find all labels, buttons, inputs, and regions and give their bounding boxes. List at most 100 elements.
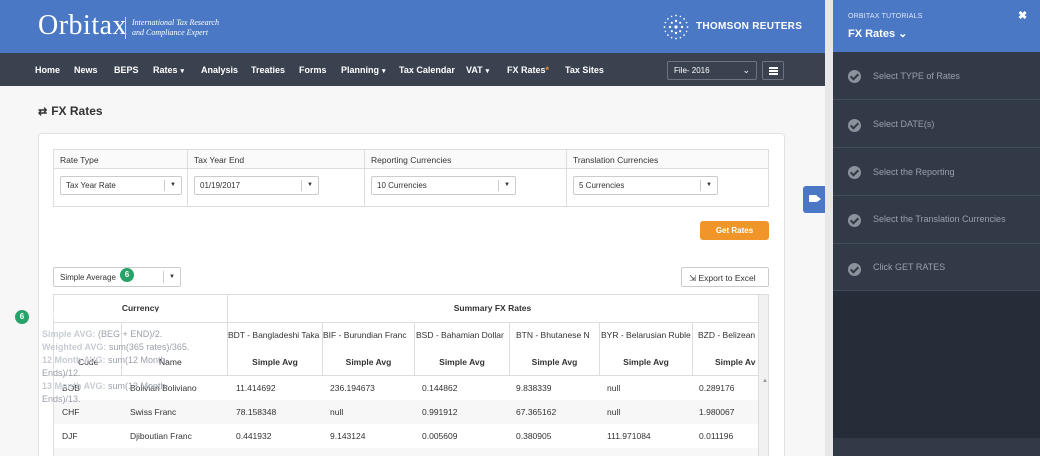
nav-item-beps[interactable]: BEPS [114, 65, 139, 75]
menu-grid-button[interactable] [762, 61, 784, 80]
rate-value: 0.441932 [236, 431, 272, 441]
step-number-badge: 6 [15, 310, 29, 324]
caret-down-icon: ▾ [382, 68, 386, 75]
rate-subheader: Simple Avg [345, 357, 392, 367]
rate-filters: Rate Type Tax Year Rate ▼ Tax Year End 0… [53, 149, 769, 207]
rate-value: 0.991912 [422, 407, 458, 417]
nav-item-forms[interactable]: Forms [299, 65, 327, 75]
nav-item-rates[interactable]: Rates ▾ [153, 65, 184, 75]
nav-label: Forms [299, 65, 327, 75]
check-icon [848, 263, 861, 276]
rate-type-select[interactable]: Tax Year Rate ▼ [60, 176, 182, 195]
nav-label: VAT [466, 65, 483, 75]
active-step-description: Simple AVG: (BEG + END)/2. Weighted AVG:… [42, 328, 192, 406]
table-scrollbar[interactable]: ▲ [758, 295, 768, 456]
nav-item-treaties[interactable]: Treaties [251, 65, 285, 75]
rate-type-value: Tax Year Rate [66, 181, 116, 190]
avg-desc: (BEG + END)/2. [95, 329, 163, 339]
rate-column-header[interactable]: BDT - Bangladeshi Taka [228, 330, 322, 340]
page-title-text: FX Rates [51, 104, 103, 118]
tutorial-video-tab[interactable] [803, 186, 825, 213]
nav-item-vat[interactable]: VAT ▾ [466, 65, 489, 75]
rate-value: 9.838339 [516, 383, 552, 393]
tutorial-title-dropdown[interactable]: FX Rates ⌄ [848, 27, 907, 40]
thomson-reuters-icon [663, 14, 689, 40]
dropdown-arrow-icon: ▼ [706, 182, 712, 188]
translation-currencies-column: Translation Currencies 5 Currencies ▼ [567, 150, 768, 206]
panel-gutter [825, 0, 833, 456]
scroll-up-icon[interactable]: ▲ [762, 378, 768, 384]
translation-currencies-select[interactable]: 5 Currencies ▼ [573, 176, 718, 195]
rate-value: 0.005609 [422, 431, 458, 441]
rate-value: 236.194673 [330, 383, 375, 393]
dropdown-arrow-icon: ▼ [169, 274, 175, 280]
dropdown-arrow-icon: ▼ [307, 182, 313, 188]
rate-type-column: Rate Type Tax Year Rate ▼ [54, 150, 188, 206]
rate-value: null [607, 383, 621, 393]
rate-column-header[interactable]: BZD - Belizean [698, 330, 758, 340]
get-rates-button[interactable]: Get Rates [700, 221, 769, 240]
logo-divider [125, 17, 126, 39]
avg-convention-select[interactable]: Simple Average ▼ [53, 267, 181, 287]
tutorial-step[interactable]: Select the Reporting [833, 148, 1040, 196]
rate-column-header[interactable]: BIF - Burundian Franc [323, 330, 414, 340]
tutorial-panel: ORBITAX TUTORIALS FX Rates ⌄ ✖ Select TY… [833, 0, 1040, 456]
nav-item-news[interactable]: News [74, 65, 98, 75]
avg-term: 13 Month AVG: [42, 381, 106, 391]
translation-currencies-label: Translation Currencies [567, 150, 768, 169]
nav-label: Treaties [251, 65, 286, 75]
menu-bar [769, 73, 778, 75]
export-to-excel-button[interactable]: ⇲ Export to Excel [681, 267, 769, 287]
nav-item-tax-calendar[interactable]: Tax Calendar [399, 65, 455, 75]
partner-name: THOMSON REUTERS [696, 21, 803, 32]
nav-label: Planning [341, 65, 379, 75]
tutorial-step[interactable]: Select TYPE of Rates [833, 52, 1040, 100]
page-title: ⇄ FX Rates [38, 104, 103, 118]
nav-item-fx-rates[interactable]: FX Rates* [507, 65, 549, 75]
tax-year-end-select[interactable]: 01/19/2017 ▼ [194, 176, 319, 195]
reporting-currencies-column: Reporting Currencies 10 Currencies ▼ [365, 150, 567, 206]
table-row[interactable] [54, 448, 760, 456]
reporting-currencies-select[interactable]: 10 Currencies ▼ [371, 176, 516, 195]
rate-column-header[interactable]: BSD - Bahamian Dollar [416, 330, 509, 340]
grid-line [414, 322, 415, 375]
avg-definition: Weighted AVG: sum(365 rates)/365. [42, 341, 192, 354]
rate-column-header[interactable]: BYR - Belarusian Ruble [601, 330, 692, 340]
menu-bar [769, 67, 778, 69]
tutorial-step-badge: 6 [120, 268, 134, 282]
nav-item-tax-sites[interactable]: Tax Sites [565, 65, 604, 75]
nav-item-home[interactable]: Home [35, 65, 60, 75]
avg-desc: sum(365 rates)/365. [106, 342, 190, 352]
nav-label: News [74, 65, 98, 75]
check-icon [848, 70, 861, 83]
avg-convention-value: Simple Average [60, 273, 116, 282]
tax-year-end-label: Tax Year End [188, 150, 364, 169]
active-tutorial-step [833, 291, 1040, 438]
tutorial-step[interactable]: Select DATE(s) [833, 100, 1040, 148]
rate-value: null [607, 407, 621, 417]
chevron-down-icon: ⌄ [742, 65, 750, 75]
nav-item-planning[interactable]: Planning ▾ [341, 65, 386, 75]
tutorial-label: ORBITAX TUTORIALS [848, 13, 923, 20]
tagline: International Tax Research and Complianc… [132, 18, 219, 38]
menu-bar [769, 70, 778, 72]
currency-code: DJF [62, 431, 78, 441]
rate-column-header[interactable]: BTN - Bhutanese N [516, 330, 599, 340]
avg-term: 12 Month AVG: [42, 355, 106, 365]
rate-value: 111.971084 [607, 431, 651, 441]
tax-year-end-value: 01/19/2017 [200, 181, 241, 190]
rate-type-label: Rate Type [54, 150, 187, 169]
tutorial-step[interactable]: Select the Translation Currencies [833, 196, 1040, 244]
tutorial-step[interactable]: Click GET RATES [833, 244, 1040, 291]
close-icon[interactable]: ✖ [1018, 9, 1027, 22]
rate-subheader: Simple Avg [439, 357, 485, 367]
rate-value: null [330, 407, 344, 417]
orbitax-logo[interactable]: Orbitax [38, 10, 127, 42]
rate-value: 78.158348 [236, 407, 277, 417]
chevron-down-icon: ⌄ [898, 28, 908, 40]
nav-item-analysis[interactable]: Analysis [201, 65, 238, 75]
rate-value: 9.143124 [330, 431, 366, 441]
tagline-line-2: and Compliance Expert [132, 28, 208, 37]
table-row[interactable]: DJF Djiboutian Franc 0.441932 9.143124 0… [54, 424, 760, 448]
file-year-select[interactable]: File- 2016 ⌄ [667, 61, 757, 80]
